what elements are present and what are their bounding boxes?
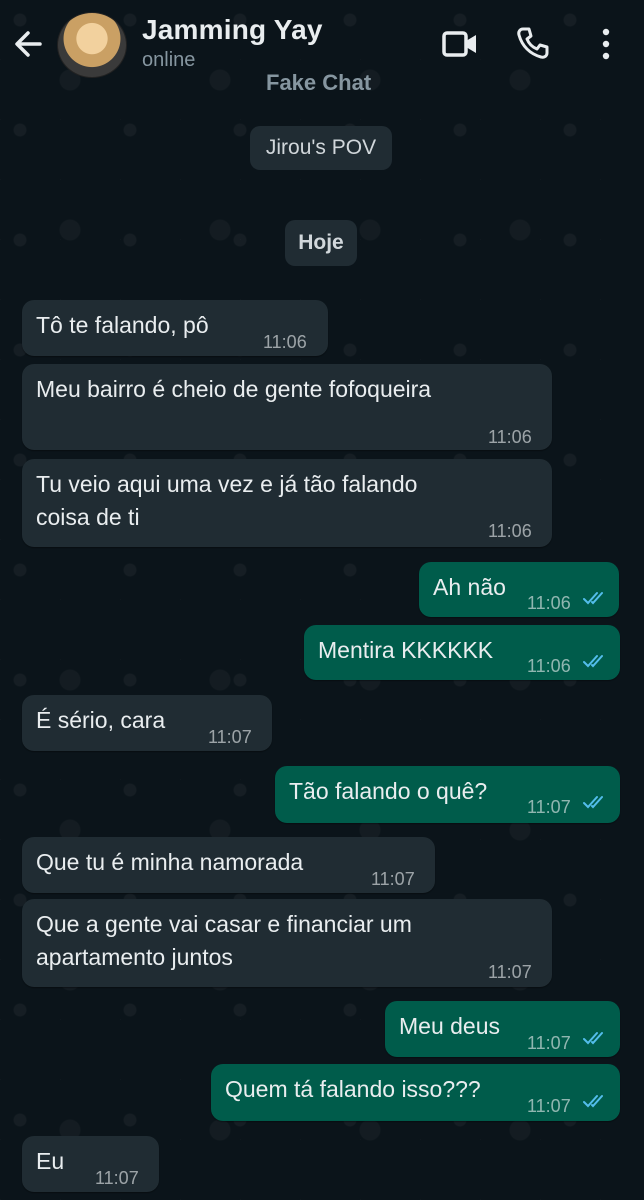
message-outgoing[interactable]: Tão falando o quê? 11:07 xyxy=(275,766,620,823)
message-outgoing[interactable]: Mentira KKKKKK 11:06 xyxy=(304,625,620,680)
message-time: 11:07 xyxy=(527,1033,571,1053)
chat-header: Jamming Yay online Fake Chat xyxy=(0,0,644,100)
message-text-line: coisa de ti xyxy=(36,504,140,530)
message-time: 11:06 xyxy=(263,332,307,352)
message-incoming[interactable]: É sério, cara 11:07 xyxy=(22,695,272,751)
contact-name[interactable]: Jamming Yay xyxy=(142,14,323,46)
chat-title: Fake Chat xyxy=(266,70,372,95)
message-incoming[interactable]: Tu veio aqui uma vez e já tão falando co… xyxy=(22,459,552,547)
message-incoming[interactable]: Que a gente vai casar e financiar um apa… xyxy=(22,899,552,987)
message-incoming[interactable]: Que tu é minha namorada 11:07 xyxy=(22,837,435,893)
avatar[interactable] xyxy=(57,12,127,78)
message-time: 11:07 xyxy=(527,1096,571,1116)
message-time: 11:06 xyxy=(488,427,532,447)
message-text: Meu bairro é cheio de gente fofoqueira xyxy=(36,376,432,402)
double-check-icon xyxy=(583,796,603,809)
message-outgoing[interactable]: Quem tá falando isso??? 11:07 xyxy=(211,1064,620,1121)
message-time: 11:07 xyxy=(527,797,571,817)
message-text: Ah não xyxy=(433,574,506,600)
back-arrow-icon[interactable] xyxy=(10,28,46,60)
phone-icon[interactable] xyxy=(515,25,551,61)
message-outgoing[interactable]: Meu deus 11:07 xyxy=(385,1001,620,1057)
message-text: Eu xyxy=(36,1148,65,1174)
message-text: Tão falando o quê? xyxy=(289,778,488,804)
message-text: Que tu é minha namorada xyxy=(36,849,304,875)
message-text-line: Que a gente vai casar e financiar um xyxy=(36,911,412,937)
message-time: 11:06 xyxy=(488,521,532,541)
message-time: 11:07 xyxy=(488,962,532,982)
message-incoming[interactable]: Tô te falando, pô 11:06 xyxy=(22,300,328,356)
message-time: 11:06 xyxy=(527,593,571,613)
contact-status: online xyxy=(142,49,196,71)
double-check-icon xyxy=(583,1032,603,1045)
message-time: 11:07 xyxy=(208,727,252,747)
double-check-icon xyxy=(583,592,603,605)
more-options-icon[interactable] xyxy=(596,26,616,62)
message-incoming[interactable]: Eu 11:07 xyxy=(22,1136,159,1192)
message-text-line: apartamento juntos xyxy=(36,944,233,970)
message-text: É sério, cara xyxy=(36,707,166,733)
message-text: Quem tá falando isso??? xyxy=(225,1076,481,1102)
message-text: Meu deus xyxy=(399,1013,501,1039)
message-text-line: Tu veio aqui uma vez e já tão falando xyxy=(36,471,418,497)
pov-label: Jirou's POV xyxy=(250,126,392,170)
message-outgoing[interactable]: Ah não 11:06 xyxy=(419,562,619,617)
double-check-icon xyxy=(583,1095,603,1108)
double-check-icon xyxy=(583,655,603,668)
message-time: 11:07 xyxy=(371,869,415,889)
date-separator: Hoje xyxy=(285,220,357,266)
message-time: 11:07 xyxy=(95,1168,139,1188)
video-call-icon[interactable] xyxy=(442,28,478,60)
message-text: Mentira KKKKKK xyxy=(318,637,494,663)
message-text: Tô te falando, pô xyxy=(36,312,209,338)
message-incoming[interactable]: Meu bairro é cheio de gente fofoqueira 1… xyxy=(22,364,552,450)
message-time: 11:06 xyxy=(527,656,571,676)
